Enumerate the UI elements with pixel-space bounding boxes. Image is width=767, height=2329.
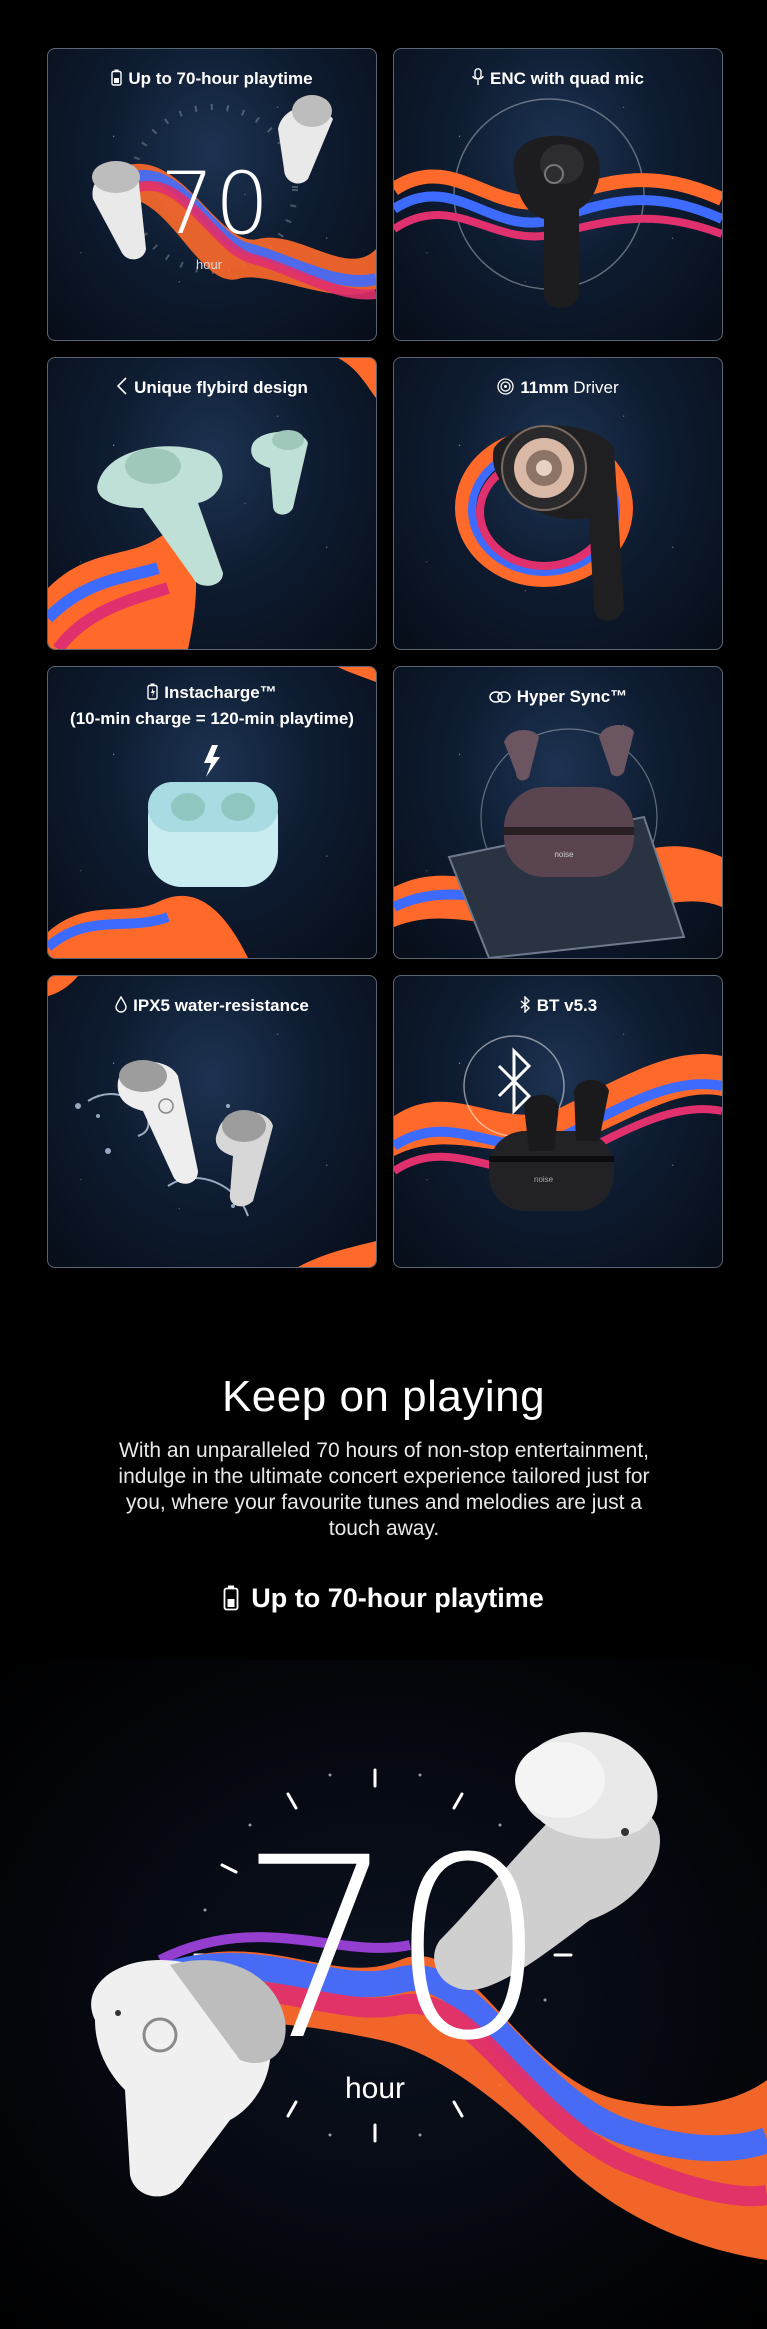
playtime-number: 70	[160, 154, 270, 254]
feature-title: ENC with quad mic	[394, 67, 722, 93]
hero-playtime-unit: hour	[345, 2072, 406, 2105]
drop-icon	[115, 995, 127, 1020]
mint-earbud-small-image	[251, 430, 308, 515]
floating-earbuds-image	[504, 725, 634, 781]
feature-card-driver: 11mm Driver	[393, 357, 723, 650]
feature-title: BT v5.3	[394, 994, 722, 1020]
feature-title: 11mm Driver	[394, 376, 722, 402]
feature-title-text-light: Driver	[568, 378, 619, 397]
charging-case-image	[504, 787, 634, 877]
feature-title-text: ENC with quad mic	[490, 69, 644, 88]
feature-card-instacharge: Instacharge™ (10-min charge = 120-min pl…	[47, 666, 377, 959]
feature-grid: 70 hour Up to 70-hour playtime ENC with …	[47, 48, 723, 1268]
battery-icon	[147, 683, 158, 707]
hero-playtime-visual: 70 hour	[0, 1660, 767, 2329]
feature-title-text: Instacharge™	[164, 683, 277, 702]
hero-playtime-number: 70	[238, 1804, 548, 2095]
driver-icon	[497, 378, 515, 402]
feature-card-bluetooth: noise BT v5.3	[393, 975, 723, 1268]
feature-title: Hyper Sync™	[394, 685, 722, 711]
feature-title-line2: (10-min charge = 120-min playtime)	[70, 709, 354, 728]
feature-title: Up to 70-hour playtime	[48, 67, 376, 93]
charging-case-image	[148, 782, 278, 887]
earbud-right-image	[215, 1110, 273, 1207]
feature-title-text: BT v5.3	[536, 996, 598, 1015]
feature-card-hypersync: noise Hyper Sync™	[393, 666, 723, 959]
feature-title-text: Up to 70-hour playtime	[128, 69, 313, 88]
bluetooth-icon	[519, 995, 531, 1020]
lightning-icon	[204, 745, 220, 777]
charging-case-image	[489, 1079, 614, 1211]
earbud-left-image	[117, 1060, 198, 1184]
feature-title-text-bold: 11mm	[520, 378, 569, 397]
section-heading: Keep on playing	[221, 1372, 546, 1421]
feature-title-text: Hyper Sync™	[516, 687, 628, 706]
earbud-right-image	[278, 95, 333, 184]
feature-card-playtime: 70 hour Up to 70-hour playtime	[47, 48, 377, 341]
feature-title: IPX5 water-resistance	[48, 994, 376, 1020]
chevron-left-icon	[116, 377, 128, 402]
feature-title-text: IPX5 water-resistance	[133, 996, 309, 1015]
bluetooth-symbol	[497, 1047, 532, 1115]
feature-title-text: Unique flybird design	[134, 378, 308, 397]
feature-card-water: IPX5 water-resistance	[47, 975, 377, 1268]
section-subheading-text: Up to 70-hour playtime	[251, 1583, 544, 1613]
section-subheading: Up to 70-hour playtime	[0, 1583, 767, 1618]
earbud-left-image	[92, 161, 146, 260]
driver-unit-image	[501, 425, 587, 511]
battery-icon	[223, 1585, 239, 1618]
product-features-page: 70 hour Up to 70-hour playtime ENC with …	[0, 0, 767, 2329]
feature-title: Instacharge™ (10-min charge = 120-min pl…	[48, 681, 376, 731]
feature-card-design: Unique flybird design	[47, 357, 377, 650]
mic-icon	[472, 68, 484, 93]
case-brand-logo: noise	[534, 1175, 554, 1184]
playtime-unit: hour	[196, 257, 223, 272]
feature-title: Unique flybird design	[48, 376, 376, 402]
battery-icon	[111, 69, 123, 93]
feature-card-enc: ENC with quad mic	[393, 48, 723, 341]
section-body: With an unparalleled 70 hours of non-sto…	[118, 1439, 650, 1540]
case-brand-logo: noise	[554, 850, 574, 859]
link-icon	[488, 687, 511, 711]
